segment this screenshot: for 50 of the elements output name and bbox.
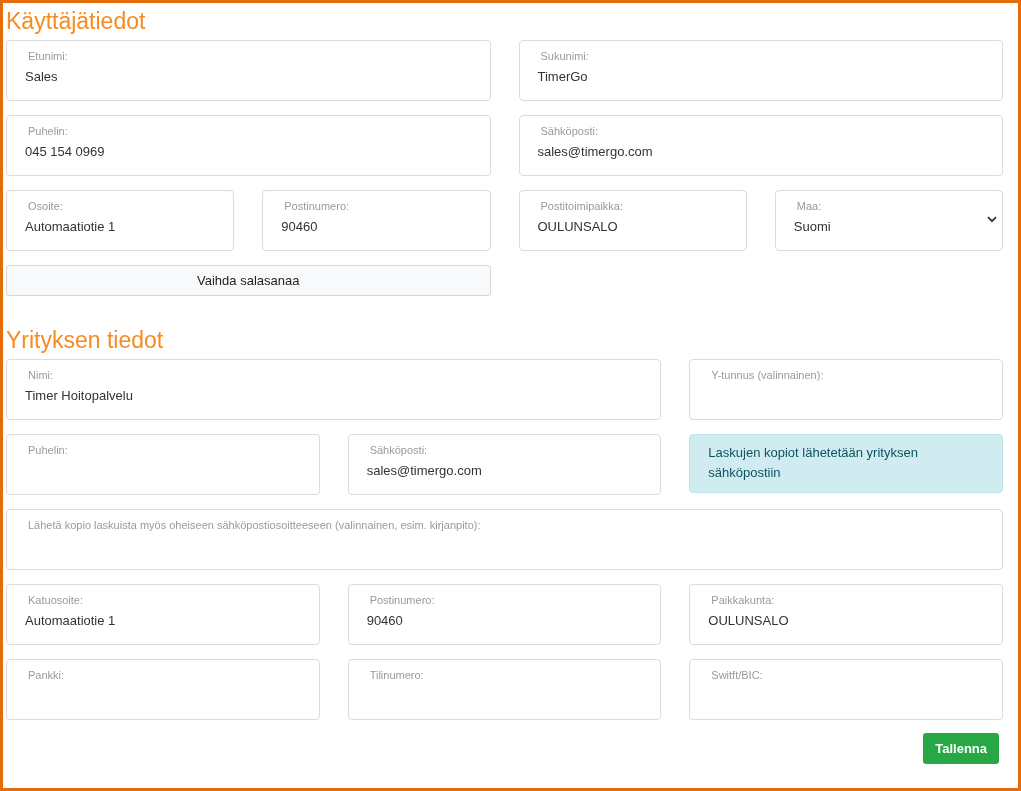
field-label: Postitoimipaikka:: [539, 199, 625, 213]
field-label: Sähköposti:: [368, 443, 429, 457]
field-value: 90460: [366, 613, 403, 628]
field-value: OULUNSALO: [537, 219, 618, 234]
text-field[interactable]: Paikkakunta: OULUNSALO: [689, 584, 1003, 645]
change-password-button[interactable]: Vaihda salasanaa: [6, 265, 491, 296]
field-label: Tilinumero:: [368, 668, 425, 682]
field-label: Sähköposti:: [539, 124, 599, 138]
text-field[interactable]: Sähköposti: sales@timergo.com: [347, 434, 662, 495]
field-value: 045 154 0969: [25, 144, 105, 159]
field-value: Timer Hoitopalvelu: [25, 388, 133, 403]
text-field[interactable]: Etunimi: Sales: [6, 40, 491, 101]
field-value: 90460: [281, 219, 318, 234]
field-label: Postinumero:: [368, 593, 436, 607]
field-label: Puhelin:: [27, 443, 69, 457]
text-field[interactable]: Postitoimipaikka: OULUNSALO: [518, 190, 747, 251]
section-title: Yrityksen tiedot: [6, 326, 165, 354]
field-value: TimerGo: [537, 69, 588, 84]
field-value: sales@timergo.com: [537, 144, 653, 159]
field-label: Y-tunnus (valinnainen):: [710, 368, 825, 382]
field-label: Sukunimi:: [539, 49, 590, 63]
field-label: Lähetä kopio laskuista myös oheiseen sähköpostiosoitteeseen (valinnainen, esim. kirjanpito):: [27, 518, 482, 532]
field-label: Puhelin:: [27, 124, 69, 138]
field-label: Postinumero:: [283, 199, 351, 213]
field-label: Osoite:: [27, 199, 64, 213]
text-field[interactable]: Katuosoite: Automaatiotie 1: [6, 584, 320, 645]
text-field[interactable]: Osoite: Automaatiotie 1: [6, 190, 235, 251]
text-field[interactable]: Postinumero: 90460: [262, 190, 491, 251]
dropdown-field[interactable]: Maa: Suomi: [774, 190, 1003, 251]
text-field[interactable]: Nimi: Timer Hoitopalvelu: [6, 359, 662, 420]
field-label: Etunimi:: [27, 49, 69, 63]
text-field[interactable]: Postinumero: 90460: [347, 584, 662, 645]
field-value: Automaatiotie 1: [25, 613, 116, 628]
field-value: sales@timergo.com: [366, 463, 482, 478]
field-value: Automaatiotie 1: [25, 219, 116, 234]
field-label: Maa:: [795, 199, 823, 213]
field-label: Pankki:: [27, 668, 66, 682]
text-field[interactable]: Sukunimi: TimerGo: [518, 40, 1003, 101]
field-label: Paikkakunta:: [710, 593, 776, 607]
info-note: Laskujen kopiot lähetetään yrityksen sähköpostiin: [689, 434, 1003, 493]
text-field[interactable]: Puhelin: 045 154 0969: [6, 115, 491, 176]
section-title: Käyttäjätiedot: [6, 7, 147, 35]
field-label: Katuosoite:: [27, 593, 85, 607]
chevron-down-icon: [987, 216, 997, 223]
selected-value: Suomi: [793, 219, 832, 234]
field-label: Nimi:: [27, 368, 55, 382]
text-field[interactable]: Sähköposti: sales@timergo.com: [518, 115, 1003, 176]
field-value: Sales: [25, 69, 58, 84]
field-label: Switft/BIC:: [710, 668, 764, 682]
field-value: OULUNSALO: [708, 613, 789, 628]
